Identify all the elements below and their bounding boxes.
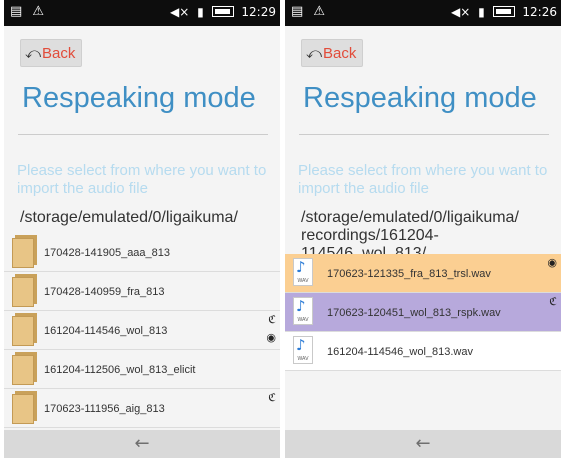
battery-icon: [492, 6, 515, 17]
back-button[interactable]: ⤺Back: [20, 39, 82, 67]
file-list: ♪ WAV 170623-121335_fra_813_trsl.wav ◉ ♪ WAV 1…: [285, 254, 561, 371]
signal-icon: ▮: [478, 5, 485, 19]
folder-row[interactable]: 170428-140959_fra_813: [4, 272, 280, 311]
back-button-label: Back: [323, 45, 357, 62]
folder-name: 170623-111956_aig_813: [44, 403, 165, 415]
right-phone-screen: ▤ ⚠ ◀× ▮ 12:26 ⤺Back Respeaking mode Ple…: [285, 0, 561, 458]
folder-name: 161204-112506_wol_813_elicit: [44, 364, 196, 376]
back-button[interactable]: ⤺Back: [301, 39, 363, 67]
import-prompt: Please select from where you want to imp…: [17, 162, 267, 197]
nav-back-icon[interactable]: ←: [134, 433, 149, 454]
status-bar: ▤ ⚠ ◀× ▮ 12:26: [285, 0, 561, 26]
status-icons: ◀× ▮ 12:26: [447, 5, 557, 19]
file-status-icon: ◉: [547, 256, 557, 269]
music-note-icon: ♪: [296, 336, 306, 354]
file-row[interactable]: ♪ WAV 170623-120451_wol_813_rspk.wav ℭ: [285, 293, 561, 332]
music-note-icon: ♪: [296, 297, 306, 315]
signal-icon: ▮: [197, 5, 204, 19]
folder-icon: [12, 352, 38, 385]
hearing-icon: ℭ: [268, 313, 276, 326]
navigation-bar: ←: [285, 430, 561, 458]
folder-icon: [12, 235, 38, 268]
wav-file-icon: ♪ WAV: [293, 297, 313, 325]
mute-icon: ◀×: [451, 5, 471, 19]
hearing-icon: ℭ: [268, 391, 276, 404]
folder-row[interactable]: 170428-141905_aaa_813: [4, 233, 280, 272]
folder-row[interactable]: 161204-114546_wol_813 ℭ ◉: [4, 311, 280, 350]
folder-icon: [12, 391, 38, 424]
title-divider: [18, 134, 268, 135]
music-note-icon: ♪: [296, 258, 306, 276]
folder-icon: [12, 313, 38, 346]
status-icons: ◀× ▮ 12:29: [166, 5, 276, 19]
page-title: Respeaking mode: [303, 82, 537, 114]
notification-icons: ▤ ⚠: [10, 4, 48, 19]
file-name: 170623-120451_wol_813_rspk.wav: [327, 307, 501, 319]
file-status-icon: ℭ: [549, 295, 557, 308]
folder-list: 170428-141905_aaa_813 170428-140959_fra_8…: [4, 233, 280, 428]
battery-icon: [211, 6, 234, 17]
wav-icon-label: WAV: [297, 278, 309, 284]
folder-row[interactable]: 161204-112506_wol_813_elicit: [4, 350, 280, 389]
wav-file-icon: ♪ WAV: [293, 336, 313, 364]
navigation-bar: ←: [4, 430, 280, 458]
clock: 12:26: [522, 5, 557, 19]
wav-file-icon: ♪ WAV: [293, 258, 313, 286]
title-divider: [299, 134, 549, 135]
left-phone-screen: ▤ ⚠ ◀× ▮ 12:29 ⤺Back Respeaking mode Ple…: [4, 0, 280, 458]
clock: 12:29: [241, 5, 276, 19]
undo-arrow-icon: ⤺: [25, 45, 42, 62]
folder-row[interactable]: 170623-111956_aig_813 ℭ: [4, 389, 280, 428]
file-row[interactable]: ♪ WAV 161204-114546_wol_813.wav: [285, 332, 561, 371]
notification-icons: ▤ ⚠: [291, 4, 329, 19]
folder-name: 170428-141905_aaa_813: [44, 247, 171, 259]
wav-icon-label: WAV: [297, 356, 309, 362]
status-bar: ▤ ⚠ ◀× ▮ 12:29: [4, 0, 280, 26]
file-row[interactable]: ♪ WAV 170623-121335_fra_813_trsl.wav ◉: [285, 254, 561, 293]
back-button-label: Back: [42, 45, 76, 62]
folder-name: 170428-140959_fra_813: [44, 286, 165, 298]
folder-icon: [12, 274, 38, 307]
folder-name: 161204-114546_wol_813: [44, 325, 168, 337]
file-name: 161204-114546_wol_813.wav: [327, 346, 473, 358]
globe-icon: ◉: [266, 331, 276, 344]
file-name: 170623-121335_fra_813_trsl.wav: [327, 268, 491, 280]
page-title: Respeaking mode: [22, 82, 256, 114]
import-prompt: Please select from where you want to imp…: [298, 162, 548, 197]
wav-icon-label: WAV: [297, 317, 309, 323]
undo-arrow-icon: ⤺: [306, 45, 323, 62]
current-path: /storage/emulated/0/ligaikuma/: [20, 209, 238, 226]
mute-icon: ◀×: [170, 5, 190, 19]
nav-back-icon[interactable]: ←: [415, 433, 430, 454]
